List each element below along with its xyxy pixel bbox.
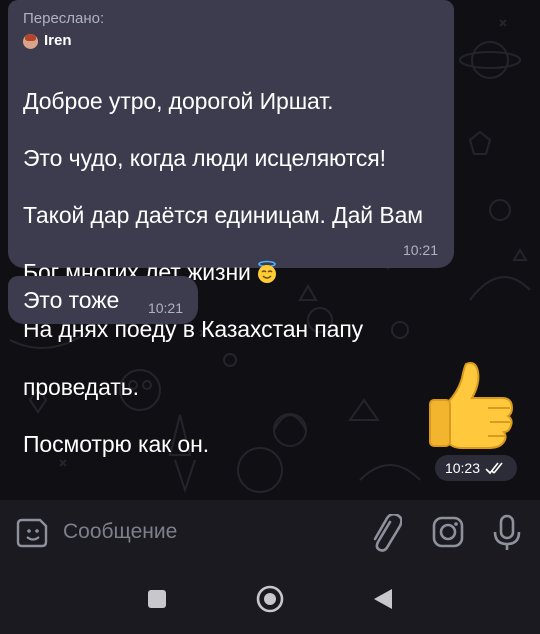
message-line: Доброе утро, дорогой Иршат.	[23, 87, 334, 114]
system-navigation-bar	[0, 564, 540, 634]
incoming-message-bubble[interactable]: Это тоже 10:21	[8, 276, 198, 324]
thumbs-up-sticker[interactable]	[426, 356, 522, 452]
message-text: Доброе утро, дорогой Иршат. Это чудо, ко…	[23, 58, 438, 487]
message-line: Посмотрю как он.	[23, 430, 209, 457]
message-time: 10:21	[147, 300, 183, 316]
camera-icon[interactable]	[432, 516, 464, 553]
message-line: Это чудо, когда люди исцеляются!	[23, 144, 386, 171]
thumbs-up-icon	[429, 362, 514, 449]
message-input[interactable]: Сообщение	[63, 520, 177, 544]
outgoing-time: 10:23	[444, 460, 481, 476]
paperclip-icon[interactable]	[368, 512, 403, 557]
halo-emoji-icon	[255, 260, 279, 284]
sender-avatar	[23, 33, 38, 49]
recents-square-icon[interactable]	[147, 589, 167, 614]
message-line: проведать.	[23, 373, 139, 400]
microphone-icon[interactable]	[492, 514, 522, 557]
forwarded-label: Переслано:	[23, 10, 105, 27]
message-line: Такой дар даётся единицам. Дай Вам	[23, 201, 423, 228]
back-triangle-icon[interactable]	[372, 587, 394, 616]
sender-name[interactable]: Iren	[44, 32, 72, 50]
home-circle-icon[interactable]	[256, 585, 284, 618]
incoming-message-bubble[interactable]: Переслано: Iren Доброе утро, дорогой Ирш…	[8, 0, 454, 457]
double-check-icon	[485, 461, 507, 475]
forwarded-sender[interactable]: Iren	[23, 32, 438, 50]
message-input-bar: Сообщение	[0, 500, 540, 564]
outgoing-time-badge: 10:23	[435, 455, 517, 481]
message-time: 10:21	[402, 242, 438, 258]
sticker-emoji-icon[interactable]	[16, 516, 50, 555]
